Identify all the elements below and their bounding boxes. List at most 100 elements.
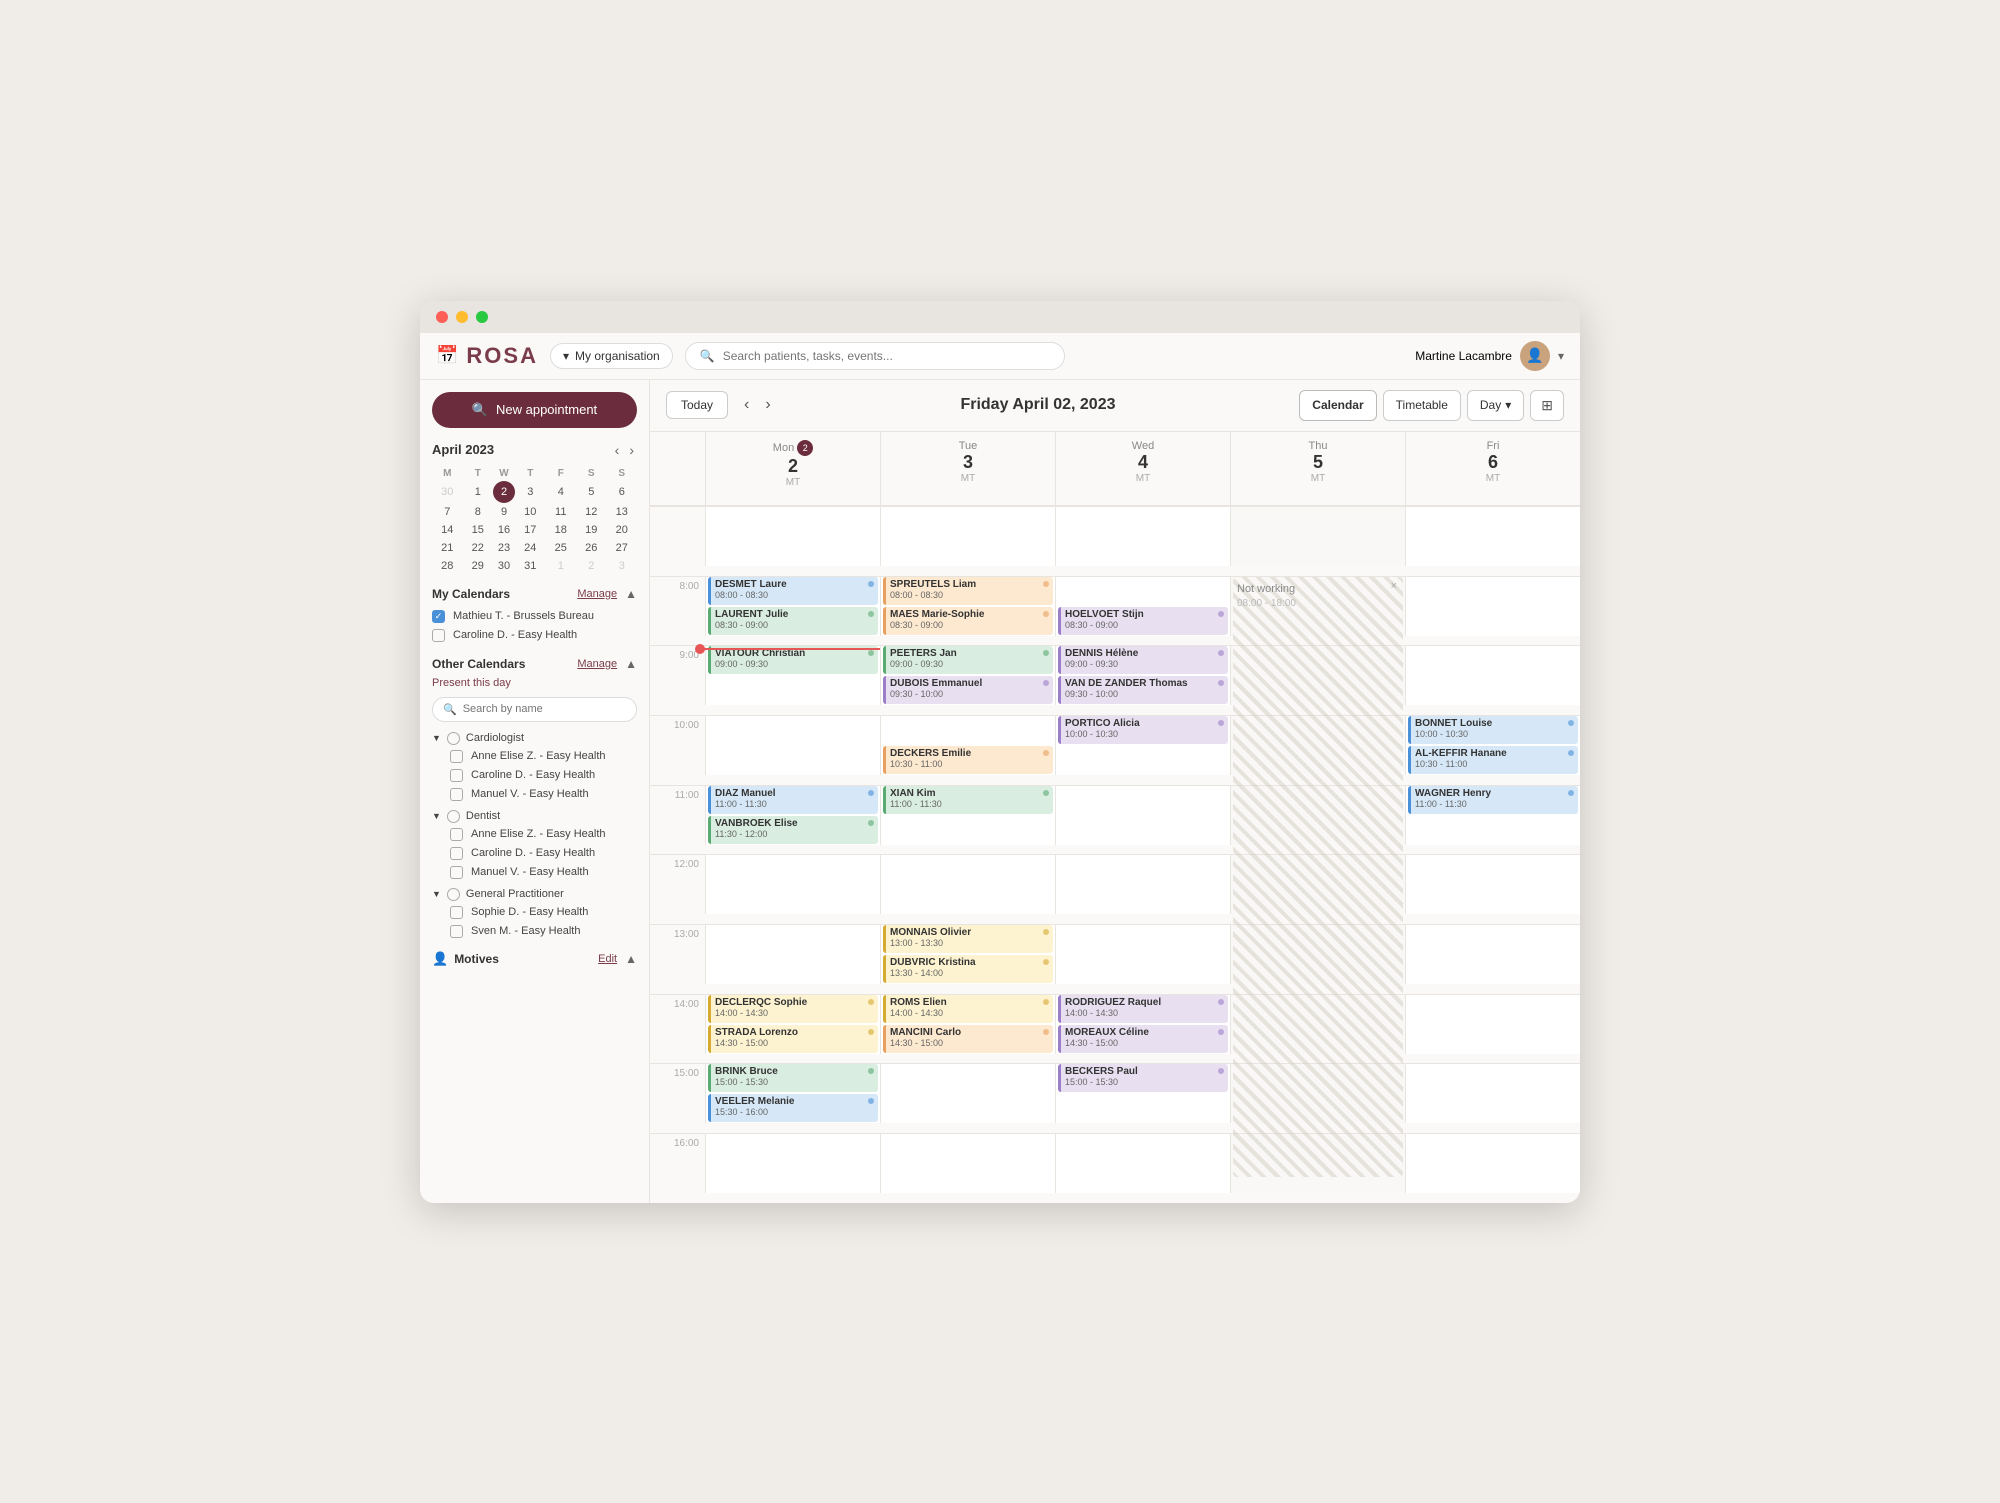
sub-calendar-item[interactable]: Caroline D. - Easy Health bbox=[450, 766, 637, 785]
appointment-block[interactable]: DIAZ Manuel11:00 - 11:30 bbox=[708, 786, 878, 814]
day-cell-wed-1100[interactable] bbox=[1055, 785, 1230, 845]
day-cell-tue-1000[interactable]: DECKERS Emilie10:30 - 11:00 bbox=[880, 715, 1055, 775]
day-cell-wed-800[interactable]: HOELVOET Stijn08:30 - 09:00 bbox=[1055, 576, 1230, 636]
traffic-light-green[interactable] bbox=[476, 311, 488, 323]
new-appointment-button[interactable]: 🔍 New appointment bbox=[432, 392, 637, 428]
appointment-block[interactable]: BONNET Louise10:00 - 10:30 bbox=[1408, 716, 1578, 744]
appointment-block[interactable]: VAN DE ZANDER Thomas09:30 - 10:00 bbox=[1058, 676, 1228, 704]
my-calendar-item[interactable]: Caroline D. - Easy Health bbox=[432, 626, 637, 645]
calendar-prev-button[interactable]: ‹ bbox=[738, 394, 755, 416]
mini-calendar-day[interactable]: 10 bbox=[515, 503, 546, 521]
mini-calendar-day[interactable]: 23 bbox=[493, 539, 515, 557]
mini-calendar-day[interactable]: 22 bbox=[463, 539, 494, 557]
mini-calendar-day[interactable]: 29 bbox=[463, 557, 494, 575]
day-cell-wed-1300[interactable] bbox=[1055, 924, 1230, 984]
category-label[interactable]: ▼ General Practitioner bbox=[432, 886, 637, 903]
mini-calendar-day[interactable]: 7 bbox=[432, 503, 463, 521]
day-cell-mon-1400[interactable]: DECLERQC Sophie14:00 - 14:30STRADA Loren… bbox=[705, 994, 880, 1054]
today-button[interactable]: Today bbox=[666, 391, 728, 419]
mini-calendar-day[interactable]: 3 bbox=[607, 557, 638, 575]
calendar-next-button[interactable]: › bbox=[759, 394, 776, 416]
day-cell-tue-1600[interactable] bbox=[880, 1133, 1055, 1193]
day-cell-mon-1200[interactable] bbox=[705, 854, 880, 914]
day-cell-wed-900[interactable]: DENNIS Hélène09:00 - 09:30VAN DE ZANDER … bbox=[1055, 645, 1230, 705]
day-cell-mon-1000[interactable] bbox=[705, 715, 880, 775]
category-checkbox[interactable] bbox=[447, 732, 460, 745]
category-label[interactable]: ▼ Cardiologist bbox=[432, 730, 637, 747]
mini-calendar-day[interactable]: 4 bbox=[546, 481, 577, 503]
search-by-name-bar[interactable]: 🔍 bbox=[432, 697, 637, 722]
category-checkbox[interactable] bbox=[447, 810, 460, 823]
sub-calendar-checkbox[interactable] bbox=[450, 769, 463, 782]
mini-calendar-day[interactable]: 6 bbox=[607, 481, 638, 503]
appointment-block[interactable]: MONNAIS Olivier13:00 - 13:30 bbox=[883, 925, 1053, 953]
sub-calendar-item[interactable]: Sophie D. - Easy Health bbox=[450, 903, 637, 922]
day-cell-fri-1500[interactable] bbox=[1405, 1063, 1580, 1123]
appointment-block[interactable]: BECKERS Paul15:00 - 15:30 bbox=[1058, 1064, 1228, 1092]
appointment-block[interactable]: WAGNER Henry11:00 - 11:30 bbox=[1408, 786, 1578, 814]
sub-calendar-checkbox[interactable] bbox=[450, 925, 463, 938]
mini-calendar-day[interactable]: 2 bbox=[576, 557, 607, 575]
appointment-block[interactable]: RODRIGUEZ Raquel14:00 - 14:30 bbox=[1058, 995, 1228, 1023]
view-timetable-button[interactable]: Timetable bbox=[1383, 390, 1461, 421]
traffic-light-yellow[interactable] bbox=[456, 311, 468, 323]
sub-calendar-item[interactable]: Anne Elise Z. - Easy Health bbox=[450, 747, 637, 766]
appointment-block[interactable]: MAES Marie-Sophie08:30 - 09:00 bbox=[883, 607, 1053, 635]
user-area[interactable]: Martine Lacambre 👤 ▾ bbox=[1415, 341, 1564, 371]
mini-calendar-day[interactable]: 30 bbox=[493, 557, 515, 575]
mini-calendar-day[interactable]: 31 bbox=[515, 557, 546, 575]
sub-calendar-checkbox[interactable] bbox=[450, 866, 463, 879]
appointment-block[interactable]: DENNIS Hélène09:00 - 09:30 bbox=[1058, 646, 1228, 674]
mini-calendar-day[interactable]: 20 bbox=[607, 521, 638, 539]
mini-calendar-day[interactable]: 17 bbox=[515, 521, 546, 539]
day-cell-wed-1600[interactable] bbox=[1055, 1133, 1230, 1193]
global-search-input[interactable] bbox=[723, 349, 1050, 363]
day-cell-wed-700[interactable] bbox=[1055, 506, 1230, 566]
mini-calendar-prev[interactable]: ‹ bbox=[612, 442, 623, 458]
day-cell-mon-700[interactable] bbox=[705, 506, 880, 566]
calendar-checkbox[interactable] bbox=[432, 629, 445, 642]
appointment-block[interactable]: PORTICO Alicia10:00 - 10:30 bbox=[1058, 716, 1228, 744]
mini-calendar-day[interactable]: 18 bbox=[546, 521, 577, 539]
day-cell-mon-1500[interactable]: BRINK Bruce15:00 - 15:30VEELER Melanie15… bbox=[705, 1063, 880, 1123]
appointment-block[interactable]: VIATOUR Christian09:00 - 09:30 bbox=[708, 646, 878, 674]
appointment-block[interactable]: VANBROEK Elise11:30 - 12:00 bbox=[708, 816, 878, 844]
traffic-light-red[interactable] bbox=[436, 311, 448, 323]
sub-calendar-item[interactable]: Manuel V. - Easy Health bbox=[450, 785, 637, 804]
day-cell-tue-1400[interactable]: ROMS Elien14:00 - 14:30MANCINI Carlo14:3… bbox=[880, 994, 1055, 1054]
category-label[interactable]: ▼ Dentist bbox=[432, 808, 637, 825]
appointment-block[interactable]: LAURENT Julie08:30 - 09:00 bbox=[708, 607, 878, 635]
appointment-block[interactable]: DUBVRIC Kristina13:30 - 14:00 bbox=[883, 955, 1053, 983]
mini-calendar-day[interactable]: 11 bbox=[546, 503, 577, 521]
mini-calendar-day[interactable]: 16 bbox=[493, 521, 515, 539]
day-cell-tue-800[interactable]: SPREUTELS Liam08:00 - 08:30MAES Marie-So… bbox=[880, 576, 1055, 636]
day-cell-wed-1200[interactable] bbox=[1055, 854, 1230, 914]
my-calendar-item[interactable]: Mathieu T. - Brussels Bureau bbox=[432, 607, 637, 626]
mini-calendar-day[interactable]: 15 bbox=[463, 521, 494, 539]
present-day-link[interactable]: Present this day bbox=[432, 677, 637, 689]
calendar-grid-wrapper[interactable]: Mon2 2 MT Tue 3 MT Wed 4 MT Thu 5 MT Fri… bbox=[650, 432, 1580, 1203]
org-button[interactable]: ▾ My organisation bbox=[550, 343, 673, 369]
view-calendar-button[interactable]: Calendar bbox=[1299, 390, 1376, 421]
mini-calendar-day[interactable]: 19 bbox=[576, 521, 607, 539]
day-cell-mon-1300[interactable] bbox=[705, 924, 880, 984]
day-cell-fri-700[interactable] bbox=[1405, 506, 1580, 566]
day-cell-tue-900[interactable]: PEETERS Jan09:00 - 09:30DUBOIS Emmanuel0… bbox=[880, 645, 1055, 705]
day-cell-tue-1300[interactable]: MONNAIS Olivier13:00 - 13:30DUBVRIC Kris… bbox=[880, 924, 1055, 984]
mini-calendar-day[interactable]: 2 bbox=[493, 481, 515, 503]
day-cell-fri-800[interactable] bbox=[1405, 576, 1580, 636]
my-calendars-toggle[interactable]: ▲ bbox=[625, 587, 637, 601]
sub-calendar-checkbox[interactable] bbox=[450, 828, 463, 841]
sub-calendar-checkbox[interactable] bbox=[450, 750, 463, 763]
day-cell-thu-800[interactable]: Not working08:00 - 18:00× bbox=[1230, 576, 1405, 636]
mini-calendar-day[interactable]: 13 bbox=[607, 503, 638, 521]
appointment-block[interactable]: MANCINI Carlo14:30 - 15:00 bbox=[883, 1025, 1053, 1053]
mini-calendar-day[interactable]: 21 bbox=[432, 539, 463, 557]
sub-calendar-checkbox[interactable] bbox=[450, 788, 463, 801]
sub-calendar-checkbox[interactable] bbox=[450, 906, 463, 919]
mini-calendar-day[interactable]: 26 bbox=[576, 539, 607, 557]
sub-calendar-item[interactable]: Manuel V. - Easy Health bbox=[450, 863, 637, 882]
day-cell-fri-1000[interactable]: BONNET Louise10:00 - 10:30AL-KEFFIR Hana… bbox=[1405, 715, 1580, 775]
day-cell-mon-1600[interactable] bbox=[705, 1133, 880, 1193]
day-cell-mon-1100[interactable]: DIAZ Manuel11:00 - 11:30VANBROEK Elise11… bbox=[705, 785, 880, 845]
